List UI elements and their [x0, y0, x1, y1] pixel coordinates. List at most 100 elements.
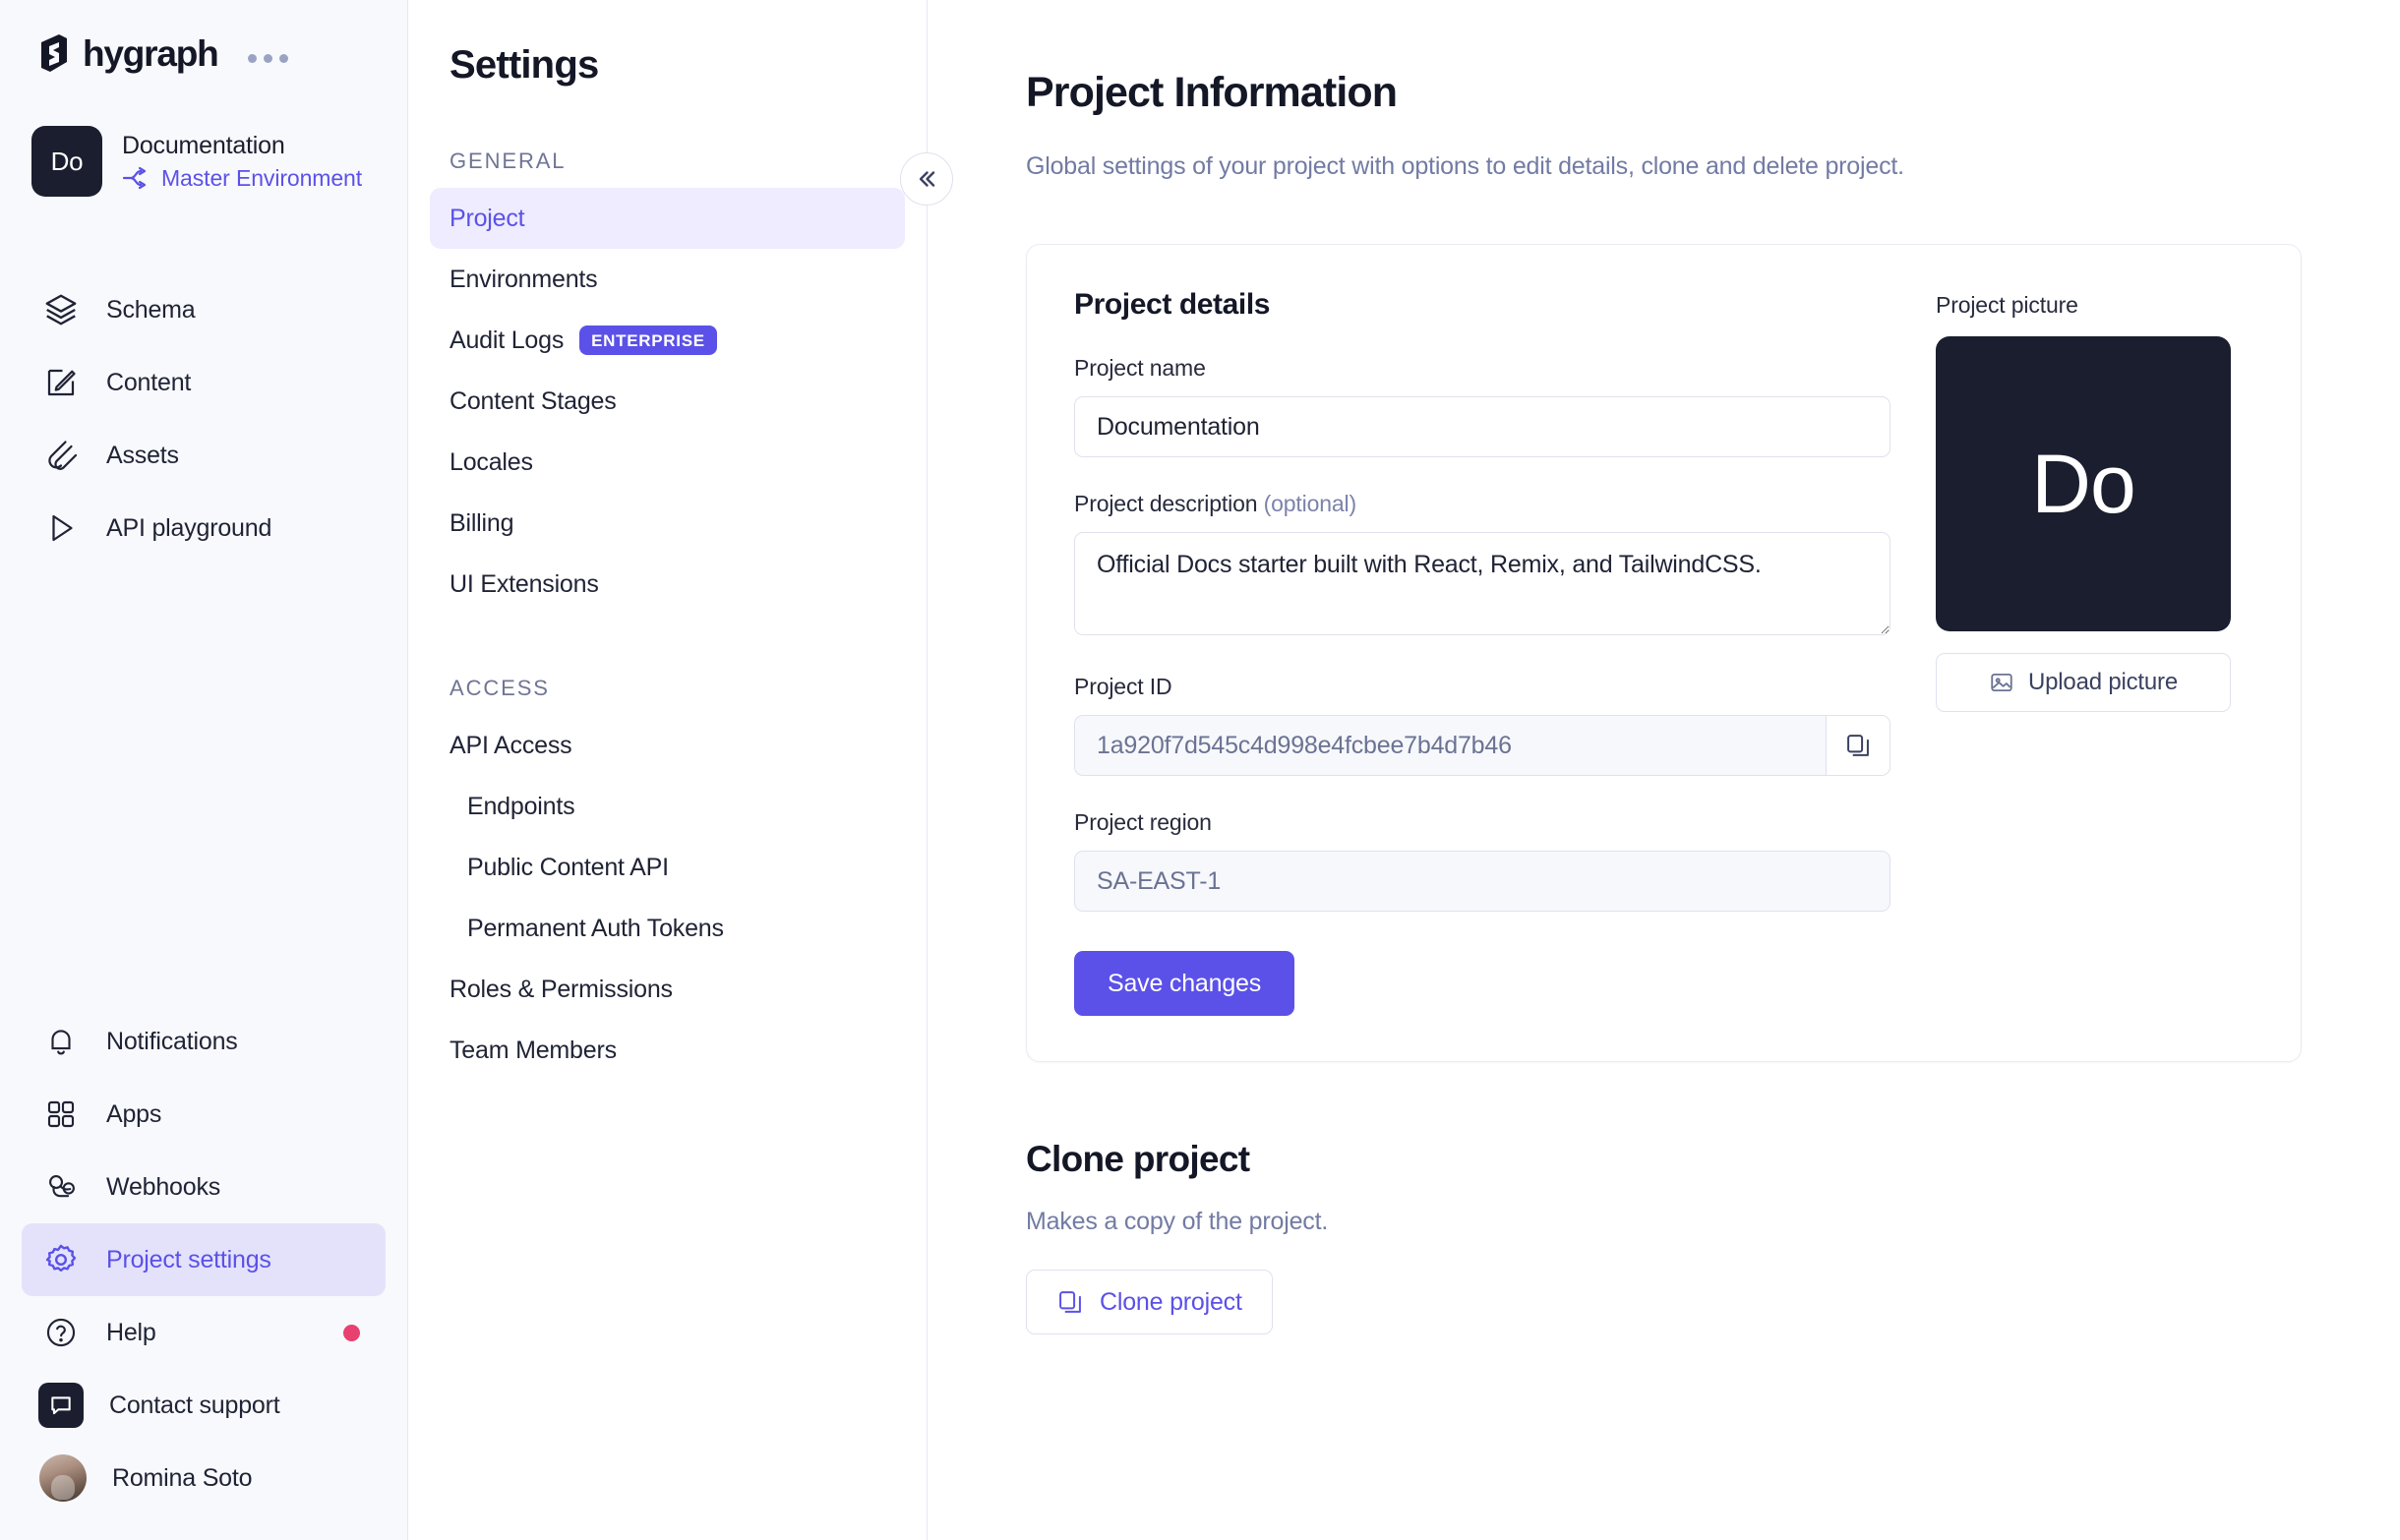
settings-item-label: Audit Logs: [450, 326, 565, 354]
hygraph-logo-icon: [41, 34, 67, 72]
project-region-label: Project region: [1074, 809, 1212, 835]
environment-label: Master Environment: [161, 164, 362, 191]
sidebar-item-api-playground[interactable]: API playground: [22, 492, 386, 564]
clone-project-title: Clone project: [1026, 1139, 1250, 1179]
project-region-input[interactable]: [1074, 851, 1890, 912]
sidebar-item-apps[interactable]: Apps: [22, 1078, 386, 1151]
project-description-label-text: Project description: [1074, 491, 1264, 516]
sidebar-item-schema[interactable]: Schema: [22, 273, 386, 346]
sidebar-item-label: Assets: [106, 441, 179, 469]
project-avatar: Do: [31, 126, 102, 197]
sidebar-item-notifications[interactable]: Notifications: [22, 1005, 386, 1078]
project-details-form: Project details Project name Project des…: [1074, 288, 1890, 1016]
project-description-field: Project description (optional) Official …: [1074, 491, 1890, 640]
settings-item-label: Permanent Auth Tokens: [467, 914, 724, 942]
sidebar-item-label: Contact support: [109, 1391, 280, 1419]
settings-item-label: Locales: [450, 447, 533, 476]
clone-project-subtitle: Makes a copy of the project.: [1026, 1208, 1329, 1235]
sidebar-item-label: Apps: [106, 1099, 162, 1128]
sidebar-item-user-profile[interactable]: Romina Soto: [22, 1442, 386, 1514]
sidebar-item-contact-support[interactable]: Contact support: [22, 1369, 386, 1442]
settings-item-label: Project: [450, 204, 525, 232]
branch-icon: [122, 166, 147, 190]
settings-item-billing[interactable]: Billing: [430, 493, 905, 554]
settings-item-api-access[interactable]: API Access: [430, 715, 905, 776]
settings-item-label: Billing: [450, 508, 514, 537]
enterprise-badge: ENTERPRISE: [579, 326, 717, 355]
sidebar-item-webhooks[interactable]: Webhooks: [22, 1151, 386, 1223]
settings-item-ui-extensions[interactable]: UI Extensions: [430, 554, 905, 615]
settings-menu-access: API Access Endpoints Public Content API …: [408, 715, 927, 1081]
kebab-menu-icon[interactable]: [247, 53, 288, 63]
project-picture-section: Project picture Do Upload picture: [1936, 288, 2231, 1016]
settings-item-audit-logs[interactable]: Audit Logs ENTERPRISE: [430, 310, 905, 371]
double-chevron-left-icon: [919, 171, 935, 187]
edit-square-icon: [41, 363, 81, 402]
avatar: [39, 1454, 87, 1502]
project-name-field: Project name: [1074, 355, 1890, 457]
project-id-label: Project ID: [1074, 674, 1172, 699]
project-picture-label: Project picture: [1936, 292, 2078, 318]
settings-group-label-general: GENERAL: [450, 148, 567, 173]
project-switcher[interactable]: Do Documentation Master Environment: [0, 75, 407, 197]
primary-nav: Schema Content Assets API playground: [0, 273, 407, 564]
settings-item-label: API Access: [450, 731, 572, 759]
project-region-field: Project region: [1074, 809, 1890, 912]
secondary-nav: Notifications Apps Webhooks Project sett…: [0, 1005, 407, 1540]
save-changes-button[interactable]: Save changes: [1074, 951, 1295, 1016]
sidebar-item-project-settings[interactable]: Project settings: [22, 1223, 386, 1296]
settings-item-label: Roles & Permissions: [450, 975, 673, 1003]
app-root: hygraph Do Documentation Master Environm…: [0, 0, 2400, 1540]
settings-menu-general: Project Environments Audit Logs ENTERPRI…: [408, 188, 927, 615]
clone-project-button[interactable]: Clone project: [1026, 1270, 1273, 1334]
collapse-panel-button[interactable]: [900, 152, 953, 206]
copy-icon: [1059, 1291, 1081, 1313]
project-switcher-meta: Documentation Master Environment: [122, 132, 362, 192]
settings-item-project[interactable]: Project: [430, 188, 905, 249]
hygraph-logo[interactable]: hygraph: [37, 33, 219, 75]
settings-item-team-members[interactable]: Team Members: [430, 1020, 905, 1081]
brand-row: hygraph: [0, 0, 407, 75]
settings-item-endpoints[interactable]: Endpoints: [430, 776, 905, 837]
settings-item-label: UI Extensions: [450, 569, 599, 598]
settings-panel: Settings GENERAL Project Environments Au…: [408, 0, 953, 1540]
sidebar-item-label: Schema: [106, 295, 196, 324]
project-name-label: Project name: [1074, 355, 1206, 381]
settings-item-permanent-auth-tokens[interactable]: Permanent Auth Tokens: [430, 898, 905, 959]
clone-project-button-label: Clone project: [1100, 1287, 1242, 1316]
project-details-card: Project details Project name Project des…: [1026, 244, 2302, 1062]
settings-item-environments[interactable]: Environments: [430, 249, 905, 310]
settings-item-label: Endpoints: [467, 792, 575, 820]
sidebar-item-label: Content: [106, 368, 192, 396]
settings-item-roles-permissions[interactable]: Roles & Permissions: [430, 959, 905, 1020]
project-id-input[interactable]: [1074, 715, 1826, 776]
grid-icon: [41, 1095, 81, 1134]
settings-item-public-content-api[interactable]: Public Content API: [430, 837, 905, 898]
sidebar-item-label: Project settings: [106, 1245, 271, 1273]
copy-project-id-button[interactable]: [1826, 715, 1890, 776]
project-description-textarea[interactable]: Official Docs starter built with React, …: [1074, 532, 1890, 635]
sidebar-item-help[interactable]: Help: [22, 1296, 386, 1369]
image-icon: [1991, 673, 2012, 692]
settings-item-label: Public Content API: [467, 853, 669, 881]
sidebar-item-content[interactable]: Content: [22, 346, 386, 419]
gear-icon: [41, 1240, 81, 1279]
play-icon: [41, 508, 81, 548]
layers-icon: [41, 290, 81, 329]
sidebar-item-label: Webhooks: [106, 1172, 221, 1201]
bell-icon: [41, 1022, 81, 1061]
upload-picture-label: Upload picture: [2028, 669, 2178, 695]
environment-row[interactable]: Master Environment: [122, 165, 362, 192]
settings-item-content-stages[interactable]: Content Stages: [430, 371, 905, 432]
sidebar-item-assets[interactable]: Assets: [22, 419, 386, 492]
hygraph-logo-text: hygraph: [83, 33, 219, 74]
page-subtitle: Global settings of your project with opt…: [1026, 152, 1904, 180]
settings-item-locales[interactable]: Locales: [430, 432, 905, 493]
settings-item-label: Environments: [450, 265, 598, 293]
project-description-label: Project description (optional): [1074, 491, 1890, 517]
project-name-input[interactable]: [1074, 396, 1890, 457]
sidebar-item-label: Help: [106, 1318, 156, 1346]
project-description-optional: (optional): [1263, 491, 1357, 516]
project-id-field: Project ID: [1074, 674, 1890, 776]
upload-picture-button[interactable]: Upload picture: [1936, 653, 2231, 712]
